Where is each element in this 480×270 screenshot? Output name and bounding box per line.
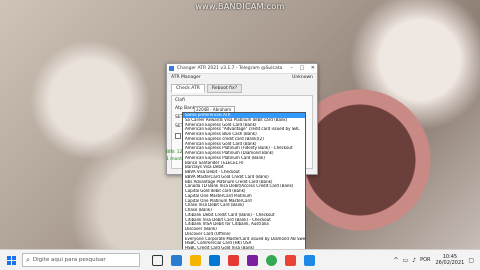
search-placeholder: Digite aqui para pesquisar — [32, 257, 106, 263]
menu-atr-manager[interactable]: ATR Manager — [171, 75, 201, 80]
app-icon — [169, 66, 174, 71]
language-indicator[interactable]: POR — [420, 257, 430, 263]
window-title: Changer ATR 2021 v3.1.7 - Telegram @Sulc… — [177, 66, 283, 71]
volume-icon[interactable]: ♪ — [412, 257, 416, 264]
file-explorer-icon[interactable] — [190, 254, 201, 266]
taskbar: ⌕ Digite aqui para pesquisar ^ ▭ ♪ POR 1… — [0, 249, 480, 270]
windows-logo-icon — [6, 255, 16, 265]
system-tray: ^ ▭ ♪ POR 10:45 26/02/2021 ▢ — [390, 254, 480, 266]
tab-bar: Check ATR Reboot fix? — [167, 84, 317, 93]
menu-row: ATR Manager Unknown — [167, 74, 317, 82]
tab-reboot-fix[interactable]: Reboot fix? — [206, 84, 243, 93]
chrome-icon[interactable] — [266, 254, 277, 266]
network-icon[interactable]: ▭ — [403, 257, 409, 264]
app-task-icon[interactable] — [304, 254, 315, 266]
notifications-icon[interactable]: ▢ — [468, 257, 474, 264]
taskbar-apps — [148, 254, 319, 266]
window-controls: – □ ✕ — [285, 64, 315, 73]
recorder-watermark: www.BANDICAM.com — [195, 2, 285, 11]
tray-chevron-up-icon[interactable]: ^ — [394, 257, 399, 264]
opera-icon[interactable] — [228, 254, 239, 266]
maximize-button[interactable]: □ — [299, 65, 304, 71]
tab-check-atr[interactable]: Check ATR — [171, 84, 205, 93]
start-button[interactable] — [0, 250, 22, 270]
minimize-button[interactable]: – — [290, 65, 293, 71]
close-button[interactable]: ✕ — [311, 65, 315, 71]
window-titlebar: Changer ATR 2021 v3.1.7 - Telegram @Sulc… — [167, 64, 317, 74]
card-dropdown-list[interactable]: Santa preferencial ATR Sa Career Rewards … — [182, 112, 306, 268]
bandicam-icon[interactable] — [285, 254, 296, 266]
clock[interactable]: 10:45 26/02/2021 — [436, 254, 465, 266]
clofi-label: Clofi — [175, 98, 185, 103]
taskbar-search[interactable]: ⌕ Digite aqui para pesquisar — [22, 253, 140, 267]
store-icon[interactable] — [209, 254, 220, 266]
task-view-icon[interactable] — [152, 254, 163, 266]
visual-studio-icon[interactable] — [247, 254, 258, 266]
menu-unknown[interactable]: Unknown — [292, 74, 313, 82]
atp-bank-label: Atp Bank — [175, 106, 196, 111]
search-icon: ⌕ — [26, 255, 30, 264]
clock-date: 26/02/2021 — [435, 260, 465, 266]
edge-icon[interactable] — [171, 254, 182, 266]
option-checkbox[interactable] — [175, 133, 181, 139]
